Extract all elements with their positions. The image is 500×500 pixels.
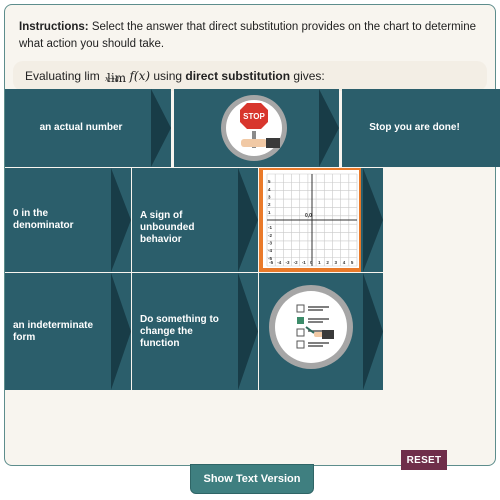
arrow-icon [363,168,383,272]
arrow-icon [151,89,171,167]
arrow-icon [238,168,258,272]
tile-action-checklist[interactable] [259,273,383,390]
arrow-icon [111,168,131,272]
x-tick-label: -1 [302,260,306,265]
coordinate-graph-icon: 54321-1-2-3-4-5-5 -4 -3 -2 -1 0 1 2 3 4 5 0,0 [259,168,361,272]
tile-answer-number[interactable]: an actual number [5,89,171,167]
arrow-icon [238,273,258,390]
activity-panel: Instructions: Select the answer that dir… [4,4,500,470]
reset-button[interactable]: RESET [401,450,447,470]
tile-action-stop[interactable]: Stop you are done! [342,89,500,167]
arrow-icon [319,89,339,167]
prompt-middle: using [150,69,186,83]
x-tick-label: -4 [277,260,281,265]
origin-label: 0,0 [305,213,312,219]
tile-stop-sign[interactable]: STOP [174,89,339,167]
checklist-icon [269,285,353,369]
instructions-label: Instructions: [19,21,89,33]
prompt-suffix: gives: [290,69,325,83]
instructions: Instructions: Select the answer that dir… [19,19,489,53]
y-tick-label: -3 [268,241,272,246]
x-tick-label: -3 [285,260,289,265]
stop-sign-text: STOP [243,112,265,121]
tile-action-stop-label: Stop you are done! [369,122,460,133]
show-text-version-button[interactable]: Show Text Version [190,464,314,494]
tile-answer-zero-denominator[interactable]: 0 in the denominator [5,168,131,272]
x-tick-label: -5 [269,260,273,265]
stop-sign-icon: STOP [221,95,287,161]
x-tick-label: -2 [294,260,298,265]
tile-answer-indeterminate[interactable]: an indeterminate form [5,273,131,390]
prompt-bold: direct substitution [185,69,291,83]
prompt-prefix: Evaluating lim [25,69,100,83]
limit-subscript: x→a [105,75,120,83]
prompt-box: Evaluating lim lim x→a f(x) using direct… [13,61,487,91]
arrow-icon [111,273,131,390]
function-expression: f(x) [129,69,151,83]
y-tick-label: -2 [268,233,272,238]
tile-answer-number-label: an actual number [39,122,123,133]
tile-action-graph[interactable]: 5 4 3 2 1 -1 -2 -3 -4 -5 -5 -4 -3 -2 -1 0 1 2 3 4 5 0,0 [259,168,383,272]
tile-meaning-unbounded[interactable]: A sign of unbounded behavior [132,168,258,272]
y-tick-label: -1 [268,225,272,230]
tile-meaning-change-function[interactable]: Do something to change the function [132,273,258,390]
arrow-icon [363,273,383,390]
y-tick-label: -4 [268,248,272,253]
